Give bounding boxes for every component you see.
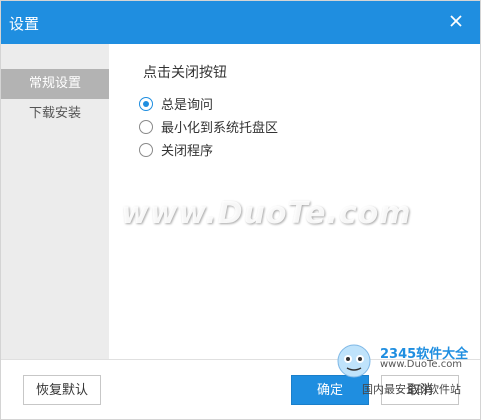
radio-unchecked-icon[interactable]: [139, 142, 153, 157]
close-behavior-title: 点击关闭按钮: [143, 65, 227, 81]
dialog-title: 设置: [9, 15, 40, 33]
sidebar-item-download[interactable]: 下载安装: [1, 99, 109, 129]
option-always-ask[interactable]: 总是询问: [139, 92, 278, 115]
radio-unchecked-icon[interactable]: [139, 119, 153, 134]
radio-checked-icon[interactable]: [139, 96, 153, 111]
sidebar-item-general[interactable]: 常规设置: [1, 69, 109, 99]
corner-logo: 2345软件大全 www.DuoTe.com 国内最安全的软件站: [332, 341, 472, 411]
title-bar: 设置: [1, 1, 480, 44]
restore-defaults-button[interactable]: 恢复默认: [23, 375, 101, 405]
option-exit-program[interactable]: 关闭程序: [139, 138, 278, 161]
option-label: 总是询问: [161, 98, 214, 113]
close-icon[interactable]: [444, 9, 468, 33]
logo-slogan: 国内最安全的软件站: [362, 383, 461, 396]
sidebar-item-label: 下载安装: [29, 106, 82, 121]
settings-sidebar: 常规设置 下载安装: [1, 44, 109, 359]
logo-url: www.DuoTe.com: [380, 359, 463, 370]
sidebar-item-label: 常规设置: [29, 76, 82, 91]
close-behavior-options: 总是询问 最小化到系统托盘区 关闭程序: [139, 92, 278, 161]
settings-dialog: 设置 常规设置 下载安装 点击关闭按钮 总是询问 最小化到系统托盘区 关闭程序 …: [0, 0, 481, 420]
watermark-text: www.DuoTe.com: [121, 196, 412, 231]
option-minimize-to-tray[interactable]: 最小化到系统托盘区: [139, 115, 278, 138]
option-label: 最小化到系统托盘区: [161, 121, 279, 136]
mascot-icon: [337, 344, 371, 378]
option-label: 关闭程序: [161, 144, 214, 159]
